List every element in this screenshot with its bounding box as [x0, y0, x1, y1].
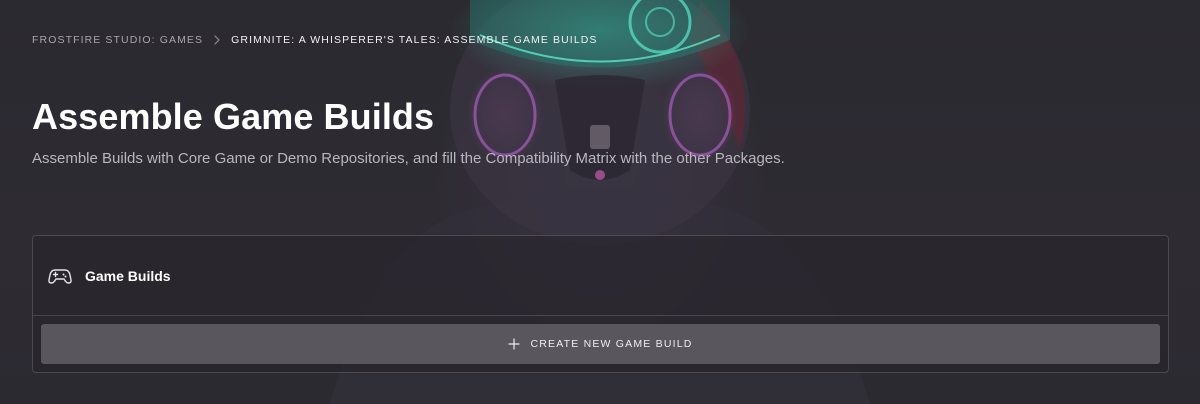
panel-title: Game Builds	[85, 267, 171, 284]
game-builds-panel: Game Builds CREATE NEW GAME BUILD	[32, 235, 1169, 373]
gamepad-icon	[48, 268, 72, 284]
breadcrumb-item-current: GRIMNITE: A WHISPERER'S TALES: ASSEMBLE …	[231, 34, 598, 46]
panel-header: Game Builds	[33, 236, 1168, 316]
page-title: Assemble Game Builds	[32, 96, 435, 137]
breadcrumb-item-studio[interactable]: FROSTFIRE STUDIO: GAMES	[32, 34, 203, 46]
plus-icon	[508, 338, 521, 350]
create-new-game-build-button[interactable]: CREATE NEW GAME BUILD	[41, 324, 1160, 364]
page-subtitle: Assemble Builds with Core Game or Demo R…	[32, 150, 785, 167]
breadcrumb: FROSTFIRE STUDIO: GAMES GRIMNITE: A WHIS…	[32, 34, 598, 46]
create-button-label: CREATE NEW GAME BUILD	[530, 338, 693, 350]
chevron-right-icon	[214, 35, 220, 45]
